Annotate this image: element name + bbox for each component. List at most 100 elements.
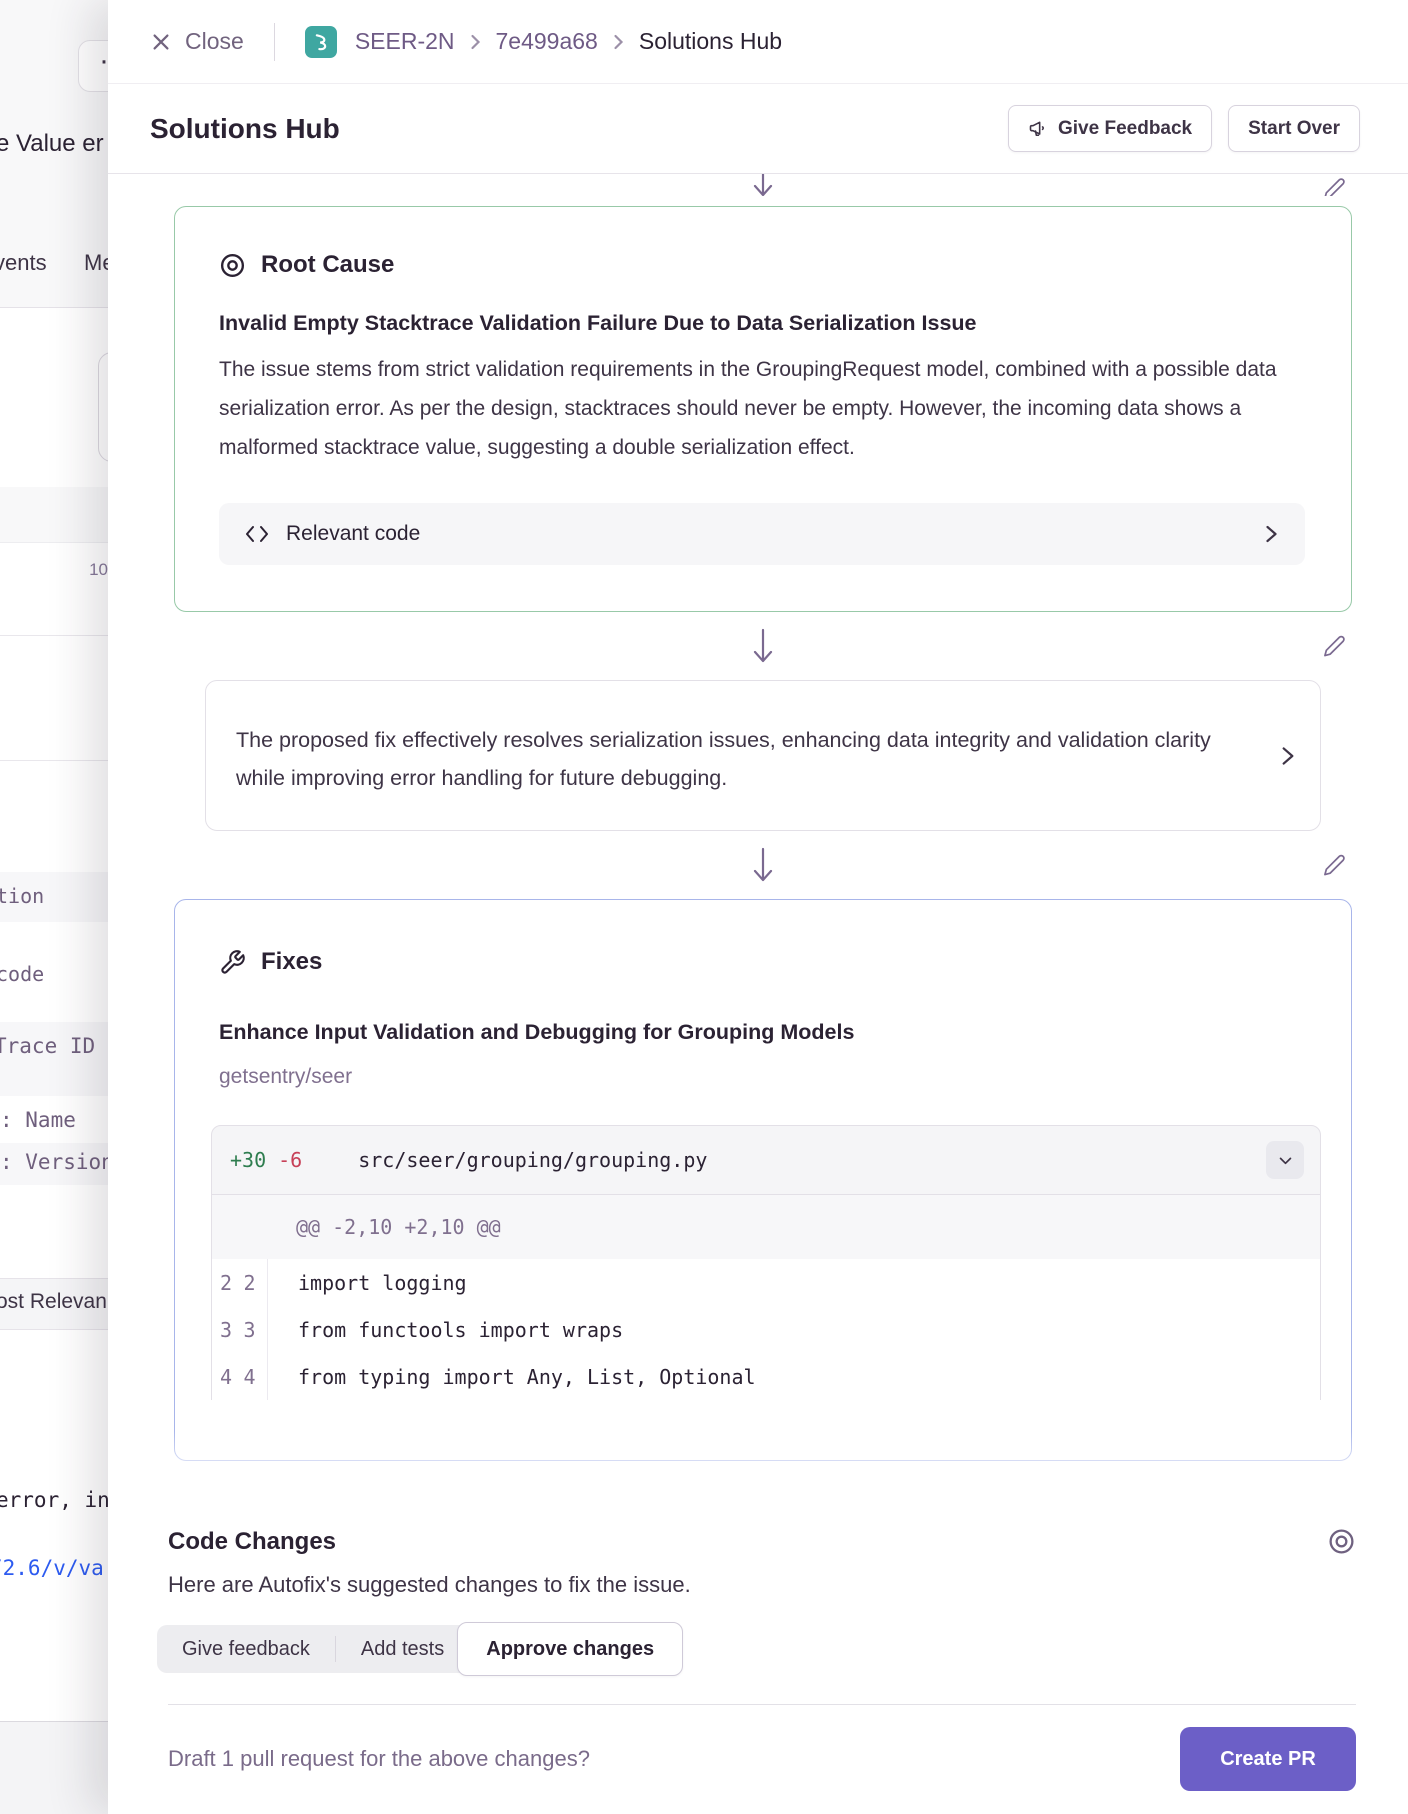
diff-line-code: import logging: [268, 1271, 467, 1295]
chevron-right-icon: [612, 32, 625, 52]
new-line-number: 2: [244, 1271, 268, 1295]
fixes-title-row: Fixes: [219, 948, 1321, 976]
code-changes-header: Code Changes: [168, 1527, 1356, 1556]
close-icon: [150, 31, 172, 53]
diff-line-numbers: 22: [212, 1259, 268, 1306]
draft-pr-question: Draft 1 pull request for the above chang…: [168, 1746, 590, 1772]
diff-line-numbers: 44: [212, 1353, 268, 1400]
fixes-card: Fixes Enhance Input Validation and Debug…: [174, 899, 1352, 1461]
give-feedback-label: Give Feedback: [1058, 118, 1192, 140]
breadcrumb-event[interactable]: 7e499a68: [496, 28, 598, 55]
code-changes-title: Code Changes: [168, 1528, 336, 1556]
root-cause-card: Root Cause Invalid Empty Stacktrace Vali…: [174, 206, 1352, 612]
solution-summary-text: The proposed fix effectively resolves se…: [236, 721, 1242, 797]
key-fragment-code: code: [0, 962, 44, 986]
diff-filename: src/seer/grouping/grouping.py: [358, 1148, 707, 1172]
diff-line-code: from typing import Any, List, Optional: [268, 1365, 756, 1389]
start-over-label: Start Over: [1248, 118, 1340, 140]
flow-connector: [174, 174, 1352, 196]
key-fragment-tion: tion: [0, 884, 44, 908]
header-actions: Give Feedback Start Over: [1008, 105, 1360, 152]
breadcrumb-current: Solutions Hub: [639, 28, 782, 55]
key-trace-id: Trace ID: [0, 1034, 95, 1058]
fixes-title: Fixes: [261, 948, 322, 976]
arrow-down-icon: [750, 174, 776, 196]
new-line-number: 4: [244, 1365, 268, 1389]
new-line-number: 3: [244, 1318, 268, 1342]
issue-title-fragment: e Value er: [0, 130, 104, 158]
target-icon: [1327, 1527, 1356, 1556]
action-segmented-control: Give feedback Add tests Approve changes: [157, 1622, 1356, 1676]
code-changes-subtitle: Here are Autofix's suggested changes to …: [168, 1572, 1356, 1598]
diff-additions: +30: [230, 1148, 266, 1172]
screen: ·· e Value er vents Me 10 tion code Trac…: [0, 0, 1408, 1814]
root-cause-heading: Invalid Empty Stacktrace Validation Fail…: [219, 311, 1305, 336]
divider: [274, 23, 275, 61]
repo-name: getsentry/seer: [219, 1065, 1321, 1089]
old-line-number: 4: [220, 1365, 244, 1389]
give-feedback-segment-button[interactable]: Give feedback: [157, 1625, 335, 1673]
flow-connector: [174, 831, 1352, 899]
fix-heading: Enhance Input Validation and Debugging f…: [219, 1020, 1321, 1045]
diff-deletions: -6: [278, 1148, 302, 1172]
start-over-button[interactable]: Start Over: [1228, 105, 1360, 152]
diff-body: @@ -2,10 +2,10 @@ 22 import logging 33 f…: [211, 1195, 1321, 1400]
diff-line: 22 import logging: [212, 1259, 1320, 1306]
close-label: Close: [185, 28, 244, 55]
arrow-down-icon: [750, 628, 776, 664]
key-version: : Version: [0, 1150, 114, 1174]
breadcrumb-project[interactable]: SEER-2N: [355, 28, 455, 55]
bullseye-icon: [219, 252, 246, 279]
draft-pr-row: Draft 1 pull request for the above chang…: [168, 1705, 1356, 1791]
tab-events-fragment[interactable]: vents: [0, 250, 47, 276]
diff-line: 44 from typing import Any, List, Optiona…: [212, 1353, 1320, 1400]
add-tests-button[interactable]: Add tests: [336, 1625, 469, 1673]
segmented-group: Give feedback Add tests: [157, 1625, 469, 1673]
root-cause-title-row: Root Cause: [219, 251, 1305, 279]
code-changes-panel: Code Changes Here are Autofix's suggeste…: [108, 1487, 1408, 1814]
chart-header-fragment: [0, 487, 110, 543]
edit-icon[interactable]: [1323, 854, 1346, 877]
close-button[interactable]: Close: [150, 28, 244, 55]
page-title: Solutions Hub: [150, 113, 340, 145]
diff-line-code: from functools import wraps: [268, 1318, 623, 1342]
root-cause-title: Root Cause: [261, 251, 394, 279]
flow-connector: [174, 612, 1352, 680]
give-feedback-button[interactable]: Give Feedback: [1008, 105, 1212, 152]
divider: [0, 760, 110, 761]
key-name: : Name: [0, 1108, 76, 1132]
relevant-code-toggle[interactable]: Relevant code: [219, 503, 1305, 565]
drawer-header: Solutions Hub Give Feedback Start Over: [108, 84, 1408, 174]
chart-axis-label: 10: [40, 560, 108, 580]
relevant-code-label: Relevant code: [286, 522, 420, 546]
code-brackets-icon: [245, 524, 269, 544]
chevron-right-icon: [469, 32, 482, 52]
approve-changes-button[interactable]: Approve changes: [457, 1622, 683, 1676]
old-line-number: 3: [220, 1318, 244, 1342]
edit-icon[interactable]: [1323, 177, 1346, 196]
collapse-diff-button[interactable]: [1266, 1141, 1304, 1179]
diff-line-numbers: 33: [212, 1306, 268, 1353]
seer-logo-icon: [305, 26, 337, 58]
background-footer-bar: [0, 1721, 110, 1814]
stacktrace-fragment: error, in: [0, 1488, 110, 1512]
diff-line: 33 from functools import wraps: [212, 1306, 1320, 1353]
solutions-hub-drawer: Close SEER-2N 7e499a68 Solutions Hub Sol…: [108, 0, 1408, 1814]
diff-block: +30 -6 src/seer/grouping/grouping.py @@ …: [211, 1125, 1321, 1400]
drawer-topbar: Close SEER-2N 7e499a68 Solutions Hub: [108, 0, 1408, 84]
root-cause-body: The issue stems from strict validation r…: [219, 350, 1305, 467]
old-line-number: 2: [220, 1271, 244, 1295]
stacktrace-link-fragment[interactable]: /2.6/v/va: [0, 1556, 104, 1580]
solution-summary-card[interactable]: The proposed fix effectively resolves se…: [205, 680, 1321, 831]
arrow-down-icon: [750, 847, 776, 883]
diff-file-header[interactable]: +30 -6 src/seer/grouping/grouping.py: [211, 1125, 1321, 1195]
chevron-right-icon: [1280, 743, 1296, 769]
diff-hunk-header: @@ -2,10 +2,10 @@: [212, 1195, 1320, 1259]
megaphone-icon: [1028, 119, 1048, 139]
edit-icon[interactable]: [1323, 635, 1346, 658]
breadcrumb: SEER-2N 7e499a68 Solutions Hub: [305, 26, 782, 58]
create-pr-button[interactable]: Create PR: [1180, 1727, 1356, 1791]
divider: [0, 635, 110, 636]
chevron-right-icon: [1264, 522, 1279, 546]
wrench-icon: [219, 949, 246, 976]
